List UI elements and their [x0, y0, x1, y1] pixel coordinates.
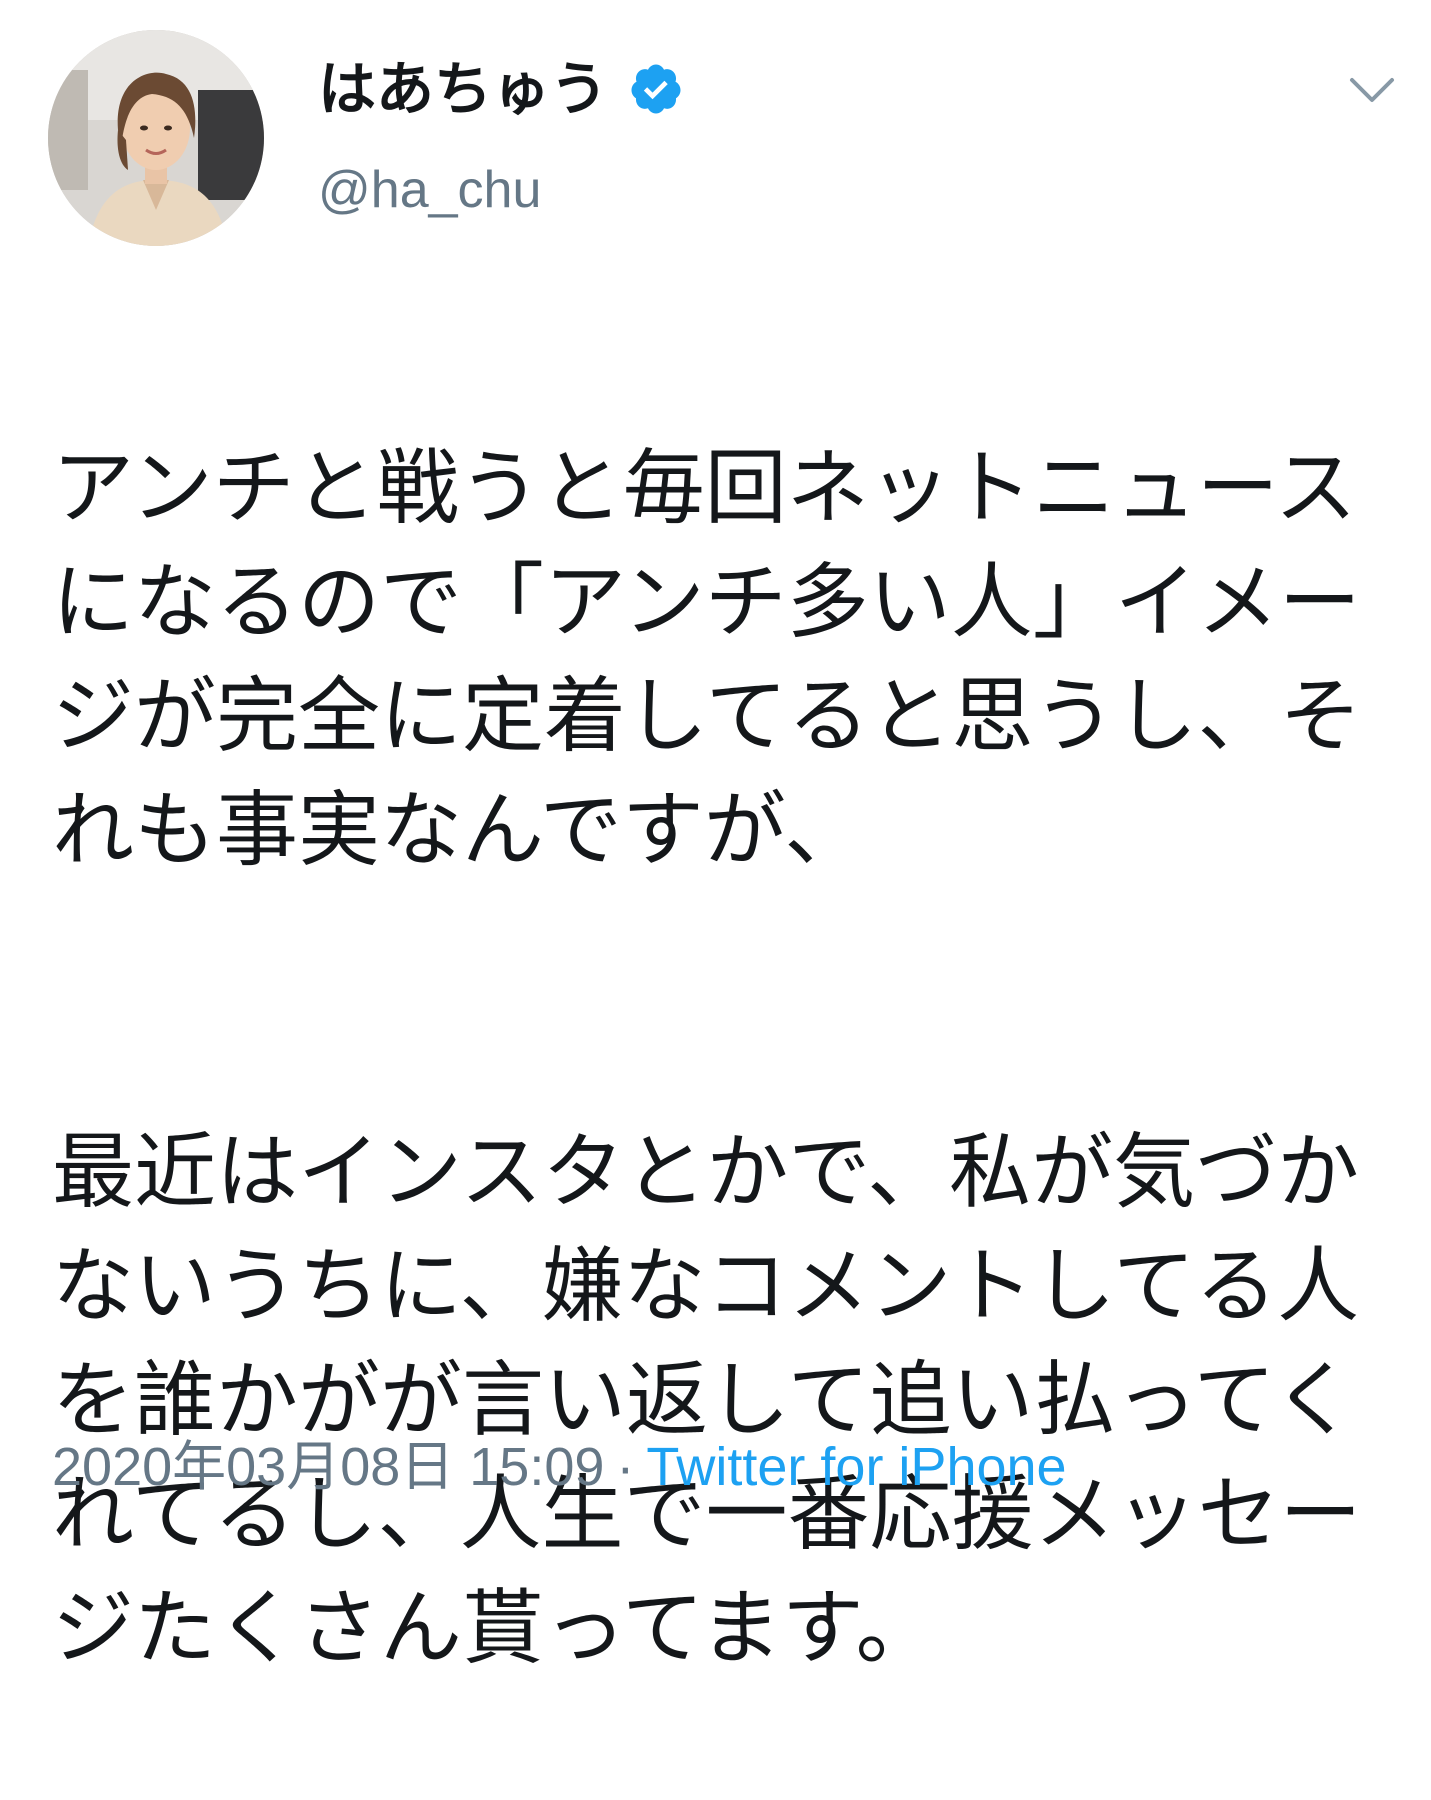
tweet-source-link[interactable]: Twitter for iPhone — [646, 1437, 1066, 1497]
meta-separator: · — [616, 1437, 635, 1497]
chevron-down-icon[interactable] — [1348, 72, 1396, 106]
user-handle[interactable]: @ha_chu — [318, 160, 684, 220]
verified-badge-icon — [628, 61, 684, 117]
user-identity[interactable]: はあちゅう @ha_chu — [318, 54, 684, 220]
tweet-paragraph: 最近はインスタとかで、私が気づかないうちに、嫌なコメントしてる人を誰かがが言い返… — [52, 1125, 1362, 1676]
avatar-image — [48, 30, 264, 246]
display-name[interactable]: はあちゅう — [318, 54, 684, 124]
tweet-timestamp[interactable]: 2020年03月08日 15:09 — [52, 1437, 604, 1497]
tweet: はあちゅう @ha_chu アンチと戦うと毎回ネットニュースになるので「アンチ多… — [0, 0, 1431, 1676]
tweet-meta: 2020年03月08日 15:09 · Twitter for iPhone — [52, 1432, 1067, 1502]
tweet-paragraph: アンチと戦うと毎回ネットニュースになるので「アンチ多い人」イメージが完全に定着し… — [52, 441, 1362, 878]
tweet-text: アンチと戦うと毎回ネットニュースになるので「アンチ多い人」イメージが完全に定着し… — [52, 318, 1382, 1800]
avatar[interactable] — [48, 30, 264, 246]
display-name-text: はあちゅう — [318, 55, 609, 123]
tweet-header: はあちゅう @ha_chu — [48, 30, 1408, 250]
